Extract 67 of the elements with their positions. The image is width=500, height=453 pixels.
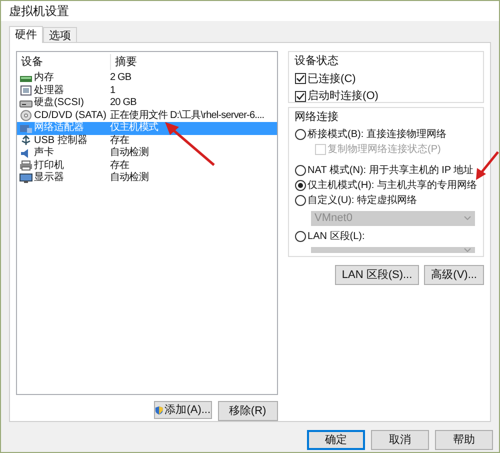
device-name: 打印机	[34, 160, 64, 172]
device-row[interactable]: 内存 2 GB	[17, 72, 277, 84]
radio-label: NAT 模式(N): 用于共享主机的 IP 地址	[308, 164, 474, 178]
device-summary: 20 GB	[110, 97, 136, 110]
checkbox-label: 启动时连接(O)	[308, 88, 378, 104]
device-name: 处理器	[34, 84, 64, 97]
column-header: 设备	[20, 54, 44, 70]
device-summary: 1	[110, 84, 116, 97]
device-name: 显示器	[34, 172, 64, 184]
dialog-button[interactable]: 高级(V)...	[424, 265, 484, 285]
chevron-down-icon	[464, 216, 471, 220]
dropdown-value: VMnet0	[314, 210, 352, 226]
device-row[interactable]: 显示器 自动检测	[17, 172, 277, 184]
device-row[interactable]: 打印机 存在	[17, 160, 277, 172]
tab[interactable]: 硬件	[9, 26, 43, 43]
device-row[interactable]: 硬盘(SCSI) 20 GB	[17, 97, 277, 110]
device-name: 声卡	[34, 147, 54, 160]
radio-label: 自定义(U): 特定虚拟网络	[308, 194, 417, 208]
chevron-down-icon	[464, 248, 471, 252]
device-name: 硬盘(SCSI)	[34, 97, 84, 110]
tab[interactable]: 选项	[43, 27, 77, 42]
usb-icon	[19, 135, 33, 146]
device-row[interactable]: CD/DVD (SATA) 正在使用文件 D:\工具\rhel-server-6....	[17, 110, 277, 122]
radio-button[interactable]	[294, 194, 306, 206]
window-title: 虚拟机设置	[9, 3, 69, 20]
device-summary: 仅主机模式	[110, 122, 158, 134]
group-title: 网络连接	[294, 110, 340, 125]
device-row[interactable]: USB 控制器 存在	[17, 134, 277, 147]
checkbox-label: 复制物理网络连接状态(P)	[328, 142, 441, 156]
device-name: CD/DVD (SATA)	[34, 110, 106, 122]
device-summary: 2 GB	[110, 72, 132, 84]
device-summary: 存在	[110, 160, 130, 172]
device-summary: 正在使用文件 D:\工具\rhel-server-6....	[110, 110, 264, 122]
disc-icon	[19, 110, 33, 122]
annotation-arrow	[164, 121, 216, 167]
radio-button[interactable]	[294, 180, 306, 190]
monitor-icon	[19, 172, 33, 184]
device-summary: 自动检测	[110, 147, 148, 160]
radio-label: 桥接模式(B): 直接连接物理网络	[308, 128, 446, 142]
checkbox-label: 已连接(C)	[308, 72, 356, 86]
shield-icon	[154, 404, 163, 416]
radio-label: 仅主机模式(H): 与主机共享的专用网络	[308, 178, 477, 192]
dialog-button[interactable]: 取消	[371, 430, 429, 450]
device-name: 网络适配器	[34, 122, 84, 134]
dialog-button[interactable]: 帮助	[435, 430, 493, 450]
dialog-button[interactable]: 移除(R)	[218, 401, 278, 421]
checkbox[interactable]	[294, 90, 306, 102]
radio-button[interactable]	[294, 230, 306, 242]
group-title: 设备状态	[294, 54, 340, 69]
device-row[interactable]: 处理器 1	[17, 84, 277, 97]
checkbox[interactable]	[294, 73, 306, 84]
device-summary: 存在	[110, 134, 130, 146]
radio-label: LAN 区段(L):	[308, 230, 365, 244]
network-adapter-icon	[19, 122, 33, 134]
dialog-button[interactable]: LAN 区段(S)...	[334, 265, 420, 285]
printer-icon	[19, 160, 33, 172]
processor-icon	[19, 85, 33, 96]
device-summary: 自动检测	[110, 172, 148, 184]
dialog-button[interactable]: 确定	[307, 430, 365, 450]
annotation-arrow	[475, 151, 499, 181]
device-name: 内存	[34, 72, 54, 84]
radio-button[interactable]	[294, 164, 306, 176]
radio-button[interactable]	[294, 128, 306, 140]
device-row[interactable]: 声卡 自动检测	[17, 147, 277, 160]
add-button[interactable]: 添加(A)...	[154, 401, 212, 419]
device-name: USB 控制器	[34, 134, 88, 146]
column-header: 摘要	[110, 54, 137, 70]
